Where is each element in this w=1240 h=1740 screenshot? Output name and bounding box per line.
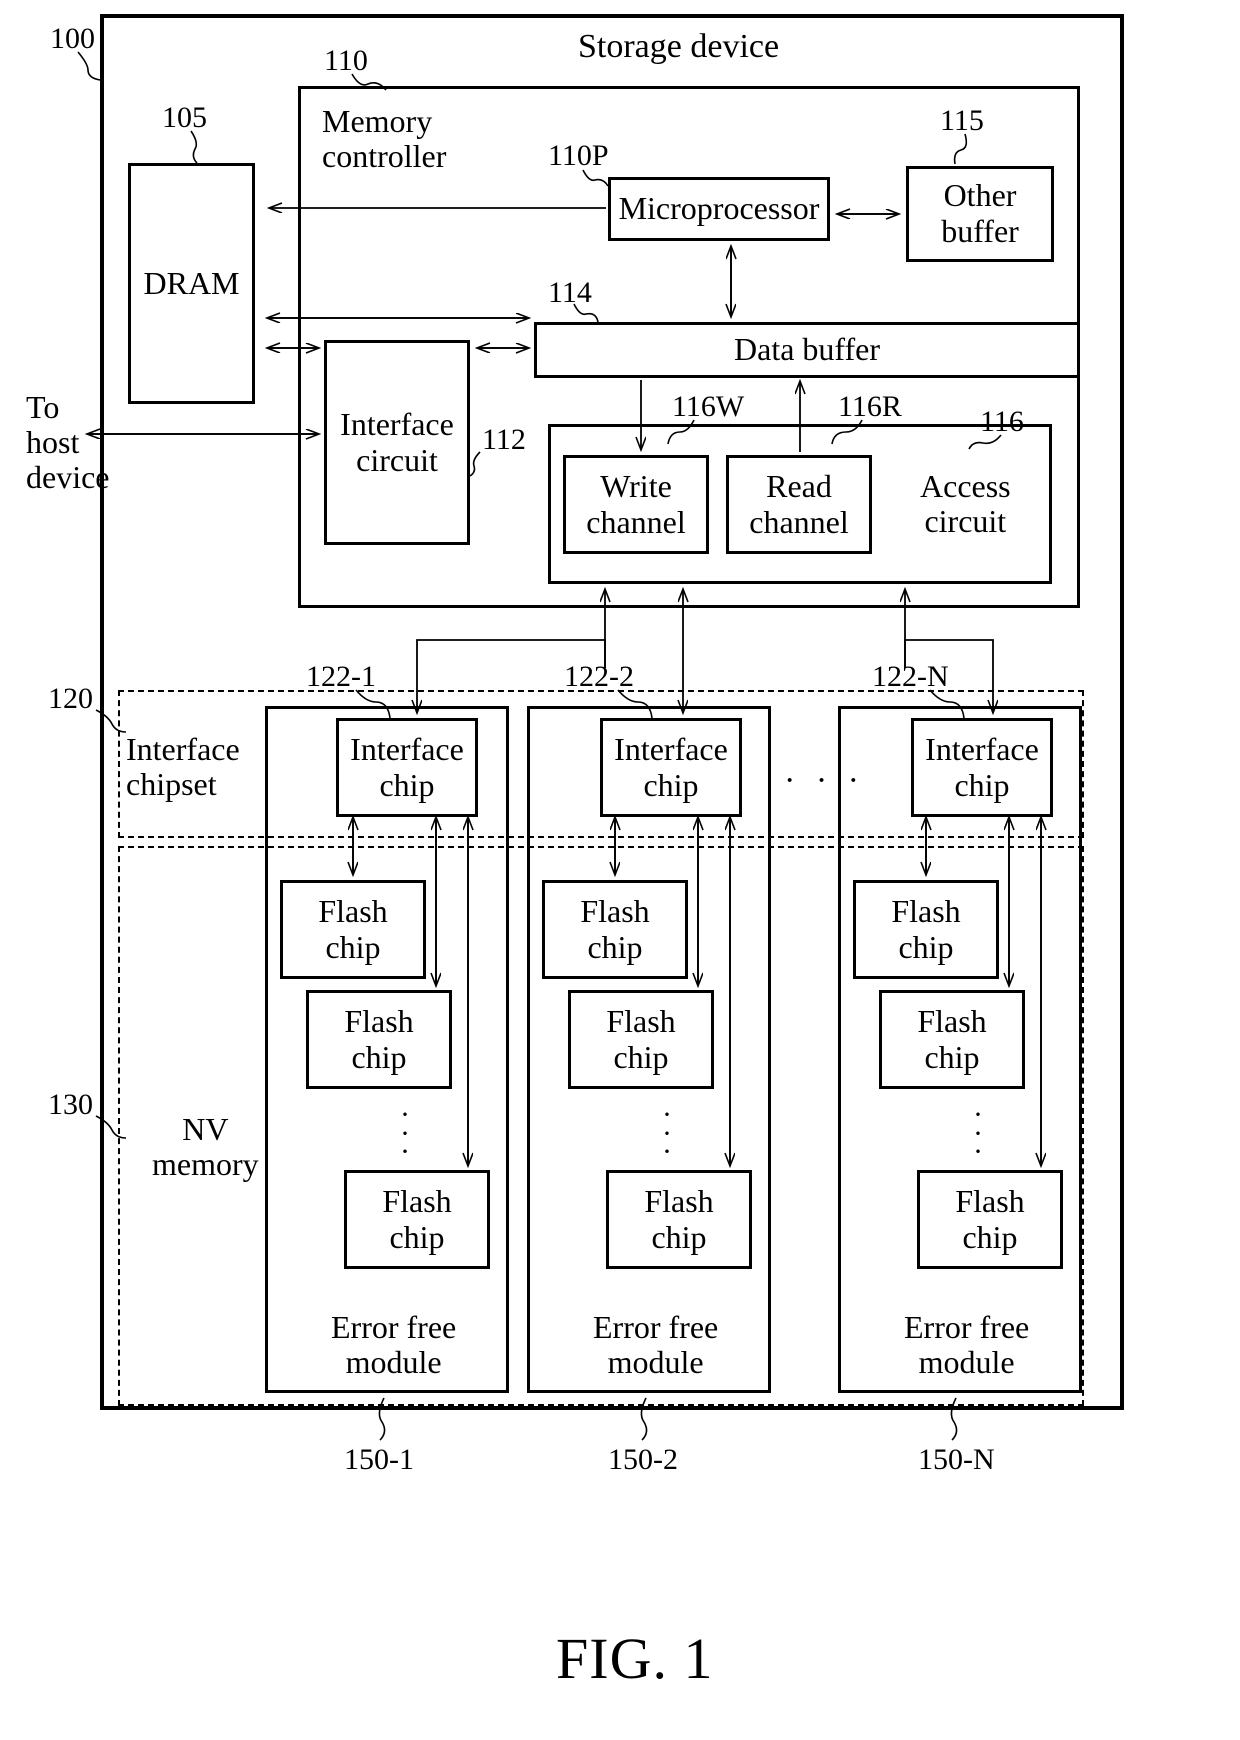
interface-chip-2-label: Interface chip <box>614 730 728 803</box>
dram-block: DRAM <box>128 163 255 404</box>
flash-chip-1-3: Flash chip <box>344 1170 490 1269</box>
ref-114: 114 <box>548 276 592 309</box>
storage-device-title: Storage device <box>578 28 780 65</box>
ref-150-N: 150-N <box>918 1443 995 1476</box>
other-buffer-label: Other buffer <box>941 177 1019 249</box>
ref-116W: 116W <box>672 390 745 423</box>
ref-110P: 110P <box>548 139 609 172</box>
ref-120: 120 <box>48 682 93 715</box>
access-circuit-label: Access circuit <box>920 468 1011 540</box>
interface-circuit-label: Interface circuit <box>340 405 454 478</box>
ref-122-2: 122-2 <box>564 660 634 693</box>
flash-chip-1-3-label: Flash chip <box>382 1182 452 1255</box>
ref-115: 115 <box>940 104 984 137</box>
flash-chip-n-2: Flash chip <box>879 990 1025 1089</box>
flash-chip-1-1-label: Flash chip <box>318 892 388 965</box>
flash-chip-n-1: Flash chip <box>853 880 999 979</box>
interface-chipset-label: Interface chipset <box>126 731 240 803</box>
write-channel-label: Write channel <box>586 467 686 540</box>
figure-caption: FIG. 1 <box>556 1626 714 1691</box>
nv-memory-label: NV memory <box>152 1111 259 1183</box>
read-channel-label: Read channel <box>749 467 849 540</box>
ref-100: 100 <box>50 22 95 55</box>
ref-112: 112 <box>482 423 526 456</box>
flash-chip-2-2: Flash chip <box>568 990 714 1089</box>
error-free-module-2-label: Error free module <box>593 1309 719 1381</box>
figure-canvas: Storage device 100 Memory controller 110… <box>0 0 1240 1740</box>
vertical-ellipsis-1: · · · <box>400 1098 410 1169</box>
flash-chip-n-1-label: Flash chip <box>891 892 961 965</box>
flash-chip-1-2: Flash chip <box>306 990 452 1089</box>
to-host-device-label: To host device <box>26 389 110 496</box>
flash-chip-n-3: Flash chip <box>917 1170 1063 1269</box>
flash-chip-2-1: Flash chip <box>542 880 688 979</box>
ref-116: 116 <box>980 405 1024 438</box>
write-channel-block: Write channel <box>563 455 709 554</box>
memory-controller-label: Memory controller <box>322 103 447 175</box>
interface-chip-n: Interface chip <box>911 718 1053 817</box>
interface-chip-1-label: Interface chip <box>350 730 464 803</box>
data-buffer-block: Data buffer <box>534 322 1080 378</box>
other-buffer-block: Other buffer <box>906 166 1054 262</box>
interface-chip-n-label: Interface chip <box>925 730 1039 803</box>
flash-chip-1-2-label: Flash chip <box>344 1002 414 1075</box>
flash-chip-n-2-label: Flash chip <box>917 1002 987 1075</box>
ref-150-1: 150-1 <box>344 1443 414 1476</box>
interface-chip-1: Interface chip <box>336 718 478 817</box>
flash-chip-2-3: Flash chip <box>606 1170 752 1269</box>
vertical-ellipsis-n: · · · <box>973 1098 983 1169</box>
microprocessor-block: Microprocessor <box>608 177 830 241</box>
read-channel-block: Read channel <box>726 455 872 554</box>
ref-150-2: 150-2 <box>608 1443 678 1476</box>
ref-116R: 116R <box>838 390 902 423</box>
flash-chip-2-3-label: Flash chip <box>644 1182 714 1255</box>
flash-chip-2-2-label: Flash chip <box>606 1002 676 1075</box>
error-free-module-1-label: Error free module <box>331 1309 457 1381</box>
interface-circuit-block: Interface circuit <box>324 340 470 545</box>
vertical-ellipsis-2: · · · <box>662 1098 672 1169</box>
flash-chip-2-1-label: Flash chip <box>580 892 650 965</box>
flash-chip-n-3-label: Flash chip <box>955 1182 1025 1255</box>
ref-130: 130 <box>48 1088 93 1121</box>
ref-105: 105 <box>162 101 207 134</box>
ref-110: 110 <box>324 44 368 77</box>
ref-122-N: 122-N <box>872 660 949 693</box>
flash-chip-1-1: Flash chip <box>280 880 426 979</box>
error-free-module-n-label: Error free module <box>904 1309 1030 1381</box>
interface-chip-2: Interface chip <box>600 718 742 817</box>
ref-122-1: 122-1 <box>306 660 376 693</box>
